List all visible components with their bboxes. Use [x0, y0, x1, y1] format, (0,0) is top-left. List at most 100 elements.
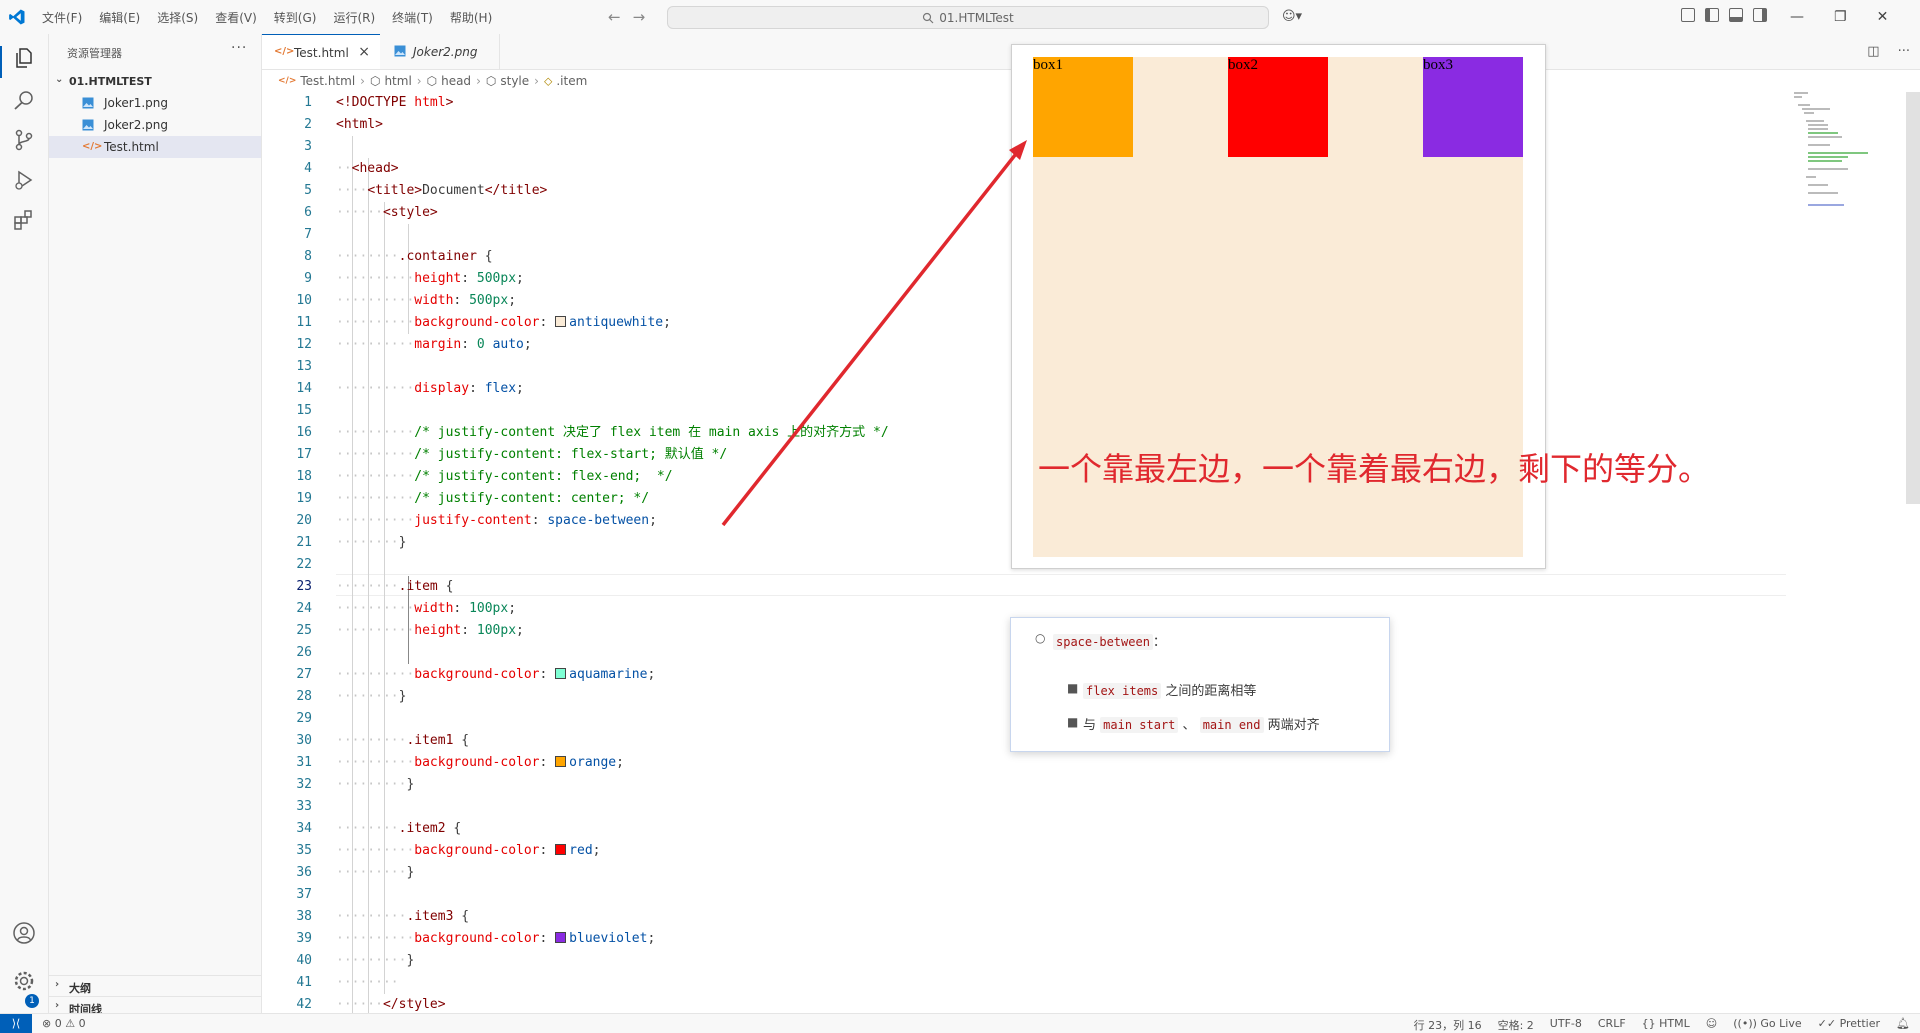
copilot-status-icon[interactable]: ☺: [1706, 1017, 1717, 1033]
line-number: 23: [296, 579, 312, 594]
minimize-icon[interactable]: —: [1790, 9, 1804, 25]
menu-selection[interactable]: 选择(S): [157, 9, 198, 26]
search-sidebar-icon[interactable]: [12, 88, 36, 112]
file-item-test-html[interactable]: </> Test.html: [49, 136, 261, 158]
hover-doc-popup: ○ space-between： ■ flex items 之间的距离相等 ■ …: [1010, 617, 1390, 752]
toggle-panel-icon[interactable]: [1729, 8, 1743, 22]
warning-count: 0: [78, 1017, 86, 1030]
menu-help[interactable]: 帮助(H): [450, 9, 492, 26]
box-label: box1: [1033, 57, 1063, 73]
command-center[interactable]: 01.HTMLTest: [667, 6, 1269, 29]
minimap[interactable]: [1790, 92, 1890, 212]
popup-bullet-1: flex items 之间的距离相等: [1083, 680, 1256, 699]
close-icon[interactable]: ×: [358, 44, 370, 60]
color-swatch-icon[interactable]: [555, 932, 567, 943]
bullet-circle-icon: ○: [1035, 631, 1046, 645]
image-file-icon: [394, 45, 406, 57]
color-swatch-icon[interactable]: [555, 316, 567, 327]
color-swatch-icon[interactable]: [555, 844, 567, 855]
chevron-right-icon: ›: [55, 979, 60, 990]
code-line-41: ········: [336, 975, 399, 990]
color-swatch-icon[interactable]: [555, 756, 567, 767]
toggle-primary-sidebar-icon[interactable]: [1705, 8, 1719, 22]
menu-edit[interactable]: 编辑(E): [99, 9, 140, 26]
run-debug-icon[interactable]: [12, 168, 36, 192]
status-bar: ⟩⟨ ⊗ 0 ⚠ 0 行 23，列 16 空格: 2 UTF-8 CRLF {}…: [0, 1013, 1920, 1033]
split-editor-icon[interactable]: ◫: [1867, 44, 1879, 59]
language-mode[interactable]: {} HTML: [1642, 1017, 1690, 1033]
code-line-35: ··········background-color: red;: [336, 843, 601, 858]
vertical-scrollbar[interactable]: [1906, 92, 1920, 1013]
breadcrumb-item[interactable]: .item: [556, 74, 587, 88]
outline-section[interactable]: › 大纲: [49, 975, 261, 997]
line-number: 36: [296, 865, 312, 880]
popup-term: space-between: [1053, 634, 1153, 650]
manage-gear-icon[interactable]: [12, 969, 36, 993]
line-number: 16: [296, 425, 312, 440]
explorer-icon[interactable]: [12, 46, 36, 70]
line-number: 31: [296, 755, 312, 770]
status-right: 行 23，列 16 空格: 2 UTF-8 CRLF {} HTML ☺ ((•…: [1414, 1017, 1910, 1033]
menu-view[interactable]: 查看(V): [215, 9, 257, 26]
customize-layout-icon[interactable]: [1681, 8, 1695, 22]
line-ending[interactable]: CRLF: [1598, 1017, 1626, 1033]
line-number: 30: [296, 733, 312, 748]
back-arrow-icon[interactable]: ←: [608, 8, 621, 26]
menu-file[interactable]: 文件(F): [42, 9, 82, 26]
accounts-icon[interactable]: [12, 921, 36, 945]
line-number: 2: [304, 117, 312, 132]
more-actions-icon[interactable]: ···: [231, 40, 247, 56]
breadcrumb-style[interactable]: style: [500, 74, 529, 88]
html-file-icon: </>: [82, 141, 103, 152]
line-number: 35: [296, 843, 312, 858]
problems-indicator[interactable]: ⊗ 0 ⚠ 0: [42, 1017, 86, 1030]
encoding[interactable]: UTF-8: [1550, 1017, 1582, 1033]
close-window-icon[interactable]: ✕: [1877, 9, 1889, 25]
go-live-button[interactable]: ((•)) Go Live: [1733, 1017, 1801, 1033]
extensions-icon[interactable]: [12, 208, 36, 232]
code-line-40: ·········}: [336, 953, 415, 968]
more-actions-icon[interactable]: ···: [1898, 44, 1910, 59]
remote-indicator-icon[interactable]: ⟩⟨: [0, 1014, 32, 1033]
line-number: 5: [304, 183, 312, 198]
file-item-joker1[interactable]: Joker1.png: [49, 92, 261, 114]
breadcrumb: </> Test.html › ⬡ html › ⬡ head › ⬡ styl…: [278, 70, 587, 92]
breadcrumb-head[interactable]: head: [441, 74, 471, 88]
line-number: 37: [296, 887, 312, 902]
chevron-right-icon: ›: [360, 74, 365, 88]
copilot-icon[interactable]: ☺▾: [1282, 9, 1302, 24]
forward-arrow-icon[interactable]: →: [633, 8, 646, 26]
tab-joker2-png[interactable]: Joker2.png: [381, 34, 500, 69]
code-line-11: ··········background-color: antiquewhite…: [336, 315, 671, 330]
line-number: 19: [296, 491, 312, 506]
folder-header[interactable]: ⌄ 01.HTMLTEST: [49, 72, 261, 92]
breadcrumb-html[interactable]: html: [384, 74, 411, 88]
toggle-secondary-sidebar-icon[interactable]: [1753, 8, 1767, 22]
prettier-button[interactable]: ✓✓ Prettier: [1818, 1017, 1880, 1033]
source-control-icon[interactable]: [12, 128, 36, 152]
line-number: 33: [296, 799, 312, 814]
notifications-bell-icon[interactable]: 🔔︎: [1896, 1017, 1910, 1033]
popup-colon: ：: [1152, 635, 1166, 650]
title-bar: 文件(F) 编辑(E) 选择(S) 查看(V) 转到(G) 运行(R) 终端(T…: [0, 0, 1920, 35]
menu-run[interactable]: 运行(R): [333, 9, 375, 26]
line-number: 39: [296, 931, 312, 946]
breadcrumb-file[interactable]: Test.html: [300, 74, 355, 88]
line-number: 11: [296, 315, 312, 330]
language-label: HTML: [1659, 1017, 1690, 1030]
color-swatch-icon[interactable]: [555, 668, 567, 679]
tab-test-html[interactable]: </> Test.html ×: [262, 34, 380, 69]
code-line-20: ··········justify-content: space-between…: [336, 513, 657, 528]
scrollbar-thumb[interactable]: [1906, 92, 1920, 504]
menu-terminal[interactable]: 终端(T): [392, 9, 433, 26]
line-number: 18: [296, 469, 312, 484]
menu-go[interactable]: 转到(G): [274, 9, 317, 26]
line-number: 1: [304, 95, 312, 110]
layout-controls: [1681, 8, 1767, 22]
cursor-position[interactable]: 行 23，列 16: [1414, 1017, 1482, 1033]
line-number: 40: [296, 953, 312, 968]
line-number: 28: [296, 689, 312, 704]
file-item-joker2[interactable]: Joker2.png: [49, 114, 261, 136]
indentation[interactable]: 空格: 2: [1498, 1017, 1534, 1033]
restore-icon[interactable]: ❐: [1834, 9, 1847, 25]
